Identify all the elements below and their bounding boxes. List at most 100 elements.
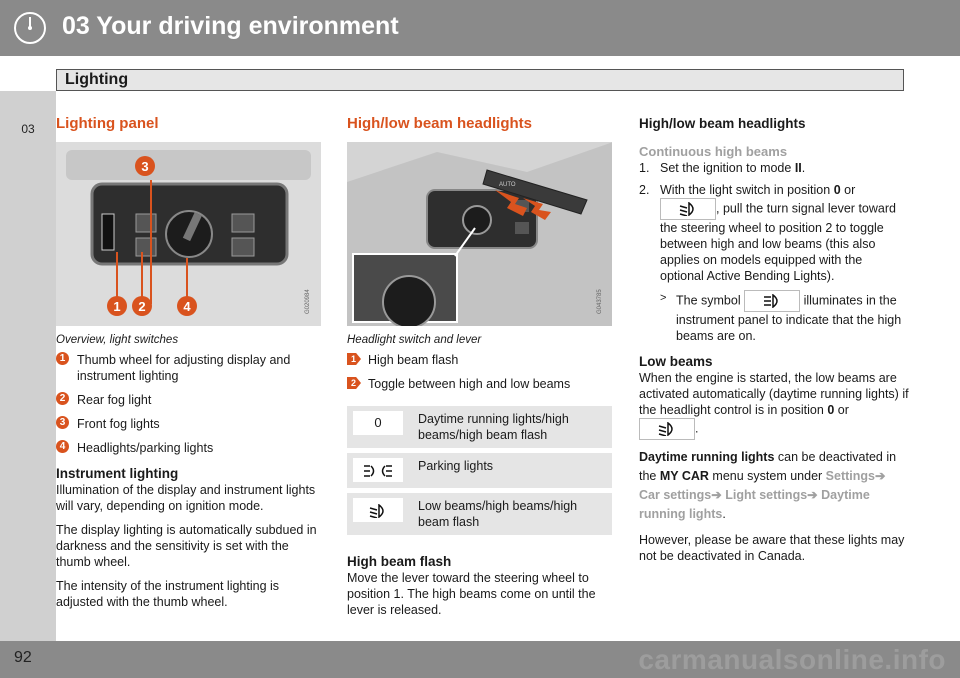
chapter-side-tab — [0, 91, 56, 641]
list-item: 1 Thumb wheel for adjusting display and i… — [56, 352, 321, 384]
list-item: 1 High beam flash — [347, 352, 613, 368]
table-cell-symbol — [347, 450, 412, 493]
paragraph: Daytime running lights can be deactivate… — [639, 448, 909, 524]
list-item-text: Front fog lights — [77, 417, 160, 431]
number-badge: 1 — [56, 352, 69, 365]
table-cell-text: Daytime running lights/high beams/high b… — [412, 406, 612, 453]
column-lighting-panel: Lighting panel 3 1 2 4 G020984 Overview,… — [56, 110, 321, 618]
figure-code: G020984 — [305, 289, 311, 314]
callout-legend-list: 1 High beam flash 2 Toggle between high an… — [347, 352, 613, 392]
menu-path-car-settings[interactable]: Car settings — [639, 488, 711, 502]
step-text: With the light switch in position — [660, 183, 834, 197]
step-text: . — [801, 161, 806, 175]
light-switch-panel-figure: 3 1 2 4 G020984 — [56, 142, 321, 326]
chapter-title: 03 Your driving environment — [62, 12, 399, 40]
result-text: The symbol — [676, 293, 745, 308]
column-continuous-high-beams: High/low beam headlights Continuous high… — [639, 110, 909, 572]
callout-3: 3 — [141, 159, 148, 174]
table-row: Parking lights — [347, 450, 612, 493]
step-item: 1. Set the ignition to mode II. — [639, 160, 909, 176]
instrument-lighting-heading: Instrument lighting — [56, 466, 179, 481]
speedometer-icon — [14, 12, 46, 44]
arrow-right-icon: ➔ — [874, 469, 886, 483]
number-badge: 3 — [56, 416, 69, 429]
high-beam-flash-heading: High beam flash — [347, 554, 452, 569]
watermark: carmanualsonline.info — [638, 644, 946, 675]
paragraph: Illumination of the display and instrume… — [56, 483, 316, 513]
page-footer-bar: 92 carmanualsonline.info — [0, 641, 960, 678]
low-beam-icon — [660, 198, 716, 220]
step-number: 1. — [639, 161, 650, 175]
high-low-beam-heading: High/low beam headlights — [347, 115, 533, 132]
text-bold: MY CAR — [659, 469, 709, 483]
list-item-text: Headlights/parking lights — [77, 441, 214, 455]
figure-caption: Headlight switch and lever — [347, 334, 482, 346]
paragraph: When the engine is started, the low beam… — [639, 370, 909, 440]
step-text: Set the ignition to mode — [660, 161, 795, 175]
low-beam-icon — [639, 418, 695, 440]
arrow-badge: 2 — [347, 377, 361, 389]
figure-code: G043785 — [597, 289, 603, 314]
text-run: . — [695, 421, 699, 436]
lighting-panel-heading: Lighting panel — [56, 115, 159, 132]
high-beam-icon — [744, 290, 801, 312]
list-item: 3 Front fog lights — [56, 416, 321, 432]
table-cell-text: Parking lights — [412, 450, 612, 493]
list-item-text: Toggle between high and low beams — [368, 377, 571, 391]
table-cell-symbol: 0 — [347, 406, 412, 453]
menu-path-light-settings[interactable]: Light settings — [725, 488, 807, 502]
paragraph: However, please be aware that these ligh… — [639, 533, 905, 563]
column-high-low-beam: High/low beam headlights AUTO G043785 He… — [347, 110, 613, 626]
callout-4: 4 — [183, 299, 191, 314]
number-badge: 2 — [56, 392, 69, 405]
menu-path-settings[interactable]: Settings — [826, 469, 875, 483]
table-row: 0 Daytime running lights/high beams/high… — [347, 406, 612, 453]
step-text: or — [840, 183, 856, 197]
callout-legend-list: 1 Thumb wheel for adjusting display and i… — [56, 352, 321, 456]
section-title: Lighting — [65, 71, 129, 88]
callout-1: 1 — [113, 299, 120, 314]
list-item: 4 Headlights/parking lights — [56, 440, 321, 456]
list-item: 2 Rear fog light — [56, 392, 321, 408]
lever-label: AUTO — [499, 182, 516, 188]
arrow-badge: 1 — [347, 353, 361, 365]
list-item-text: High beam flash — [368, 353, 459, 367]
result-marker: > — [660, 292, 667, 304]
low-beams-heading: Low beams — [639, 354, 713, 369]
step-number: 2. — [639, 183, 650, 197]
arrow-right-icon: ➔ — [711, 488, 722, 502]
text-run: . — [722, 507, 726, 521]
light-switch-positions-table: 0 Daytime running lights/high beams/high… — [347, 406, 612, 540]
headlight-lever-illustration: AUTO G043785 — [347, 142, 612, 326]
list-item: 2 Toggle between high and low beams — [347, 376, 613, 392]
continuous-high-beams-heading: Continuous high beams — [639, 144, 788, 159]
text-run: or — [834, 403, 849, 417]
list-item-text: Rear fog light — [77, 393, 152, 407]
paragraph: Move the lever toward the steering wheel… — [347, 571, 596, 617]
chapter-header-bar: 03 Your driving environment — [0, 0, 960, 56]
parking-lights-icon — [353, 458, 403, 482]
text-run: When the engine is started, the low beam… — [639, 371, 909, 417]
paragraph: The intensity of the instrument lighting… — [56, 579, 280, 609]
light-switch-panel-illustration: 3 1 2 4 G020984 — [56, 142, 321, 326]
arrow-right-icon: ➔ — [807, 488, 818, 502]
position-zero-symbol: 0 — [353, 411, 403, 435]
list-item-text: Thumb wheel for adjusting display and in… — [77, 353, 291, 383]
side-tab-chapter-number: 03 — [21, 122, 35, 136]
page-number: 92 — [14, 649, 32, 666]
step-bold: 0 — [833, 183, 841, 197]
high-low-beam-subheading: High/low beam headlights — [639, 116, 806, 131]
step-item: 2. With the light switch in position 0 or… — [639, 182, 909, 344]
number-badge: 4 — [56, 440, 69, 453]
low-beam-icon — [353, 498, 403, 522]
figure-caption: Overview, light switches — [56, 334, 179, 346]
callout-2: 2 — [138, 299, 145, 314]
paragraph: The display lighting is automatically su… — [56, 523, 317, 569]
text-run: menu system under — [708, 469, 826, 483]
table-cell-symbol — [347, 490, 412, 540]
headlight-lever-figure: AUTO G043785 — [347, 142, 612, 326]
table-cell-text: Low beams/high beams/high beam flash — [412, 490, 612, 540]
text-bold: Daytime running lights — [639, 450, 775, 464]
steps-list: 1. Set the ignition to mode II. 2. With th… — [639, 160, 909, 344]
step-bold: II — [794, 161, 802, 175]
